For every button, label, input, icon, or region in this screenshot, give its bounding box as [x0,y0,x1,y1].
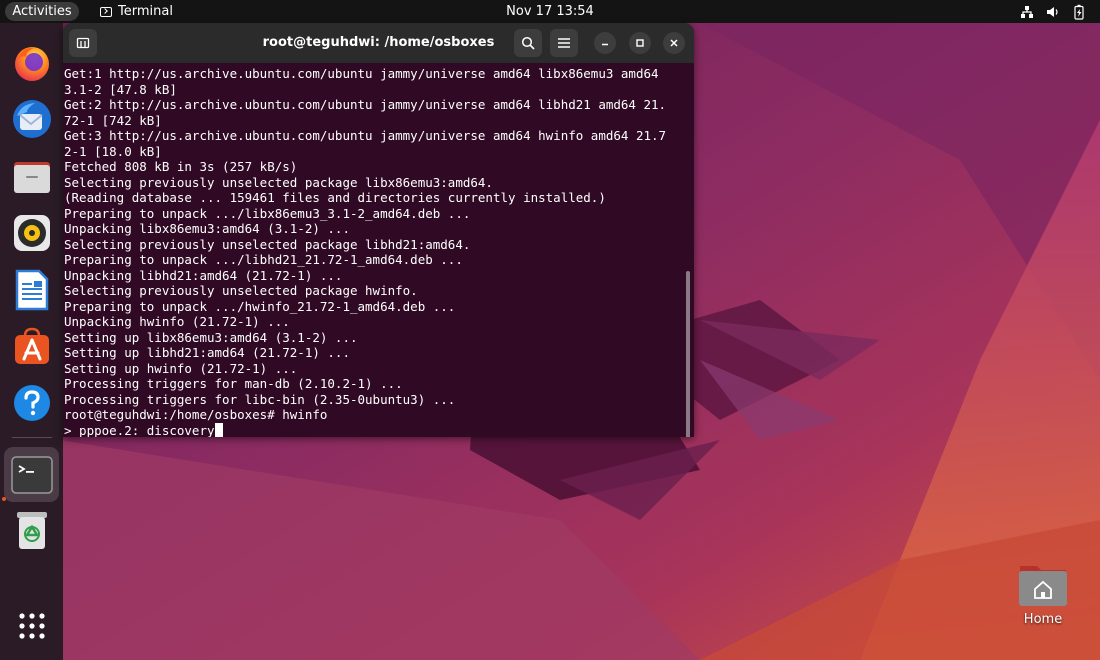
terminal-line: 3.1-2 [47.8 kB] [64,81,177,97]
maximize-button[interactable] [629,32,651,54]
maximize-icon [636,39,644,47]
new-tab-icon [76,37,90,49]
dock-item-thunderbird[interactable] [9,96,55,142]
terminal-line: Selecting previously unselected package … [64,236,471,252]
dock-item-files[interactable] [9,153,55,199]
terminal-line: Get:1 http://us.archive.ubuntu.com/ubunt… [64,66,659,81]
terminal-line: Setting up libhd21:amd64 (21.72-1) ... [64,345,350,360]
terminal-line: Get:2 http://us.archive.ubuntu.com/ubunt… [64,97,667,112]
home-label: Home [1023,612,1063,627]
new-tab-button[interactable] [69,29,97,57]
dock-item-help[interactable] [9,380,55,426]
menu-button[interactable] [550,29,578,57]
top-bar: Activities Terminal Nov 17 13:54 [0,0,1100,23]
minimize-icon [602,43,608,46]
dock-item-writer[interactable] [9,267,55,313]
terminal-line: (Reading database ... 159461 files and d… [64,190,606,205]
terminal-line: > pppoe.2: discovery [64,422,215,438]
close-button[interactable] [663,32,685,54]
app-grid-icon [19,613,45,639]
volume-icon [1047,6,1058,17]
terminal-line: Unpacking hwinfo (21.72-1) ... [64,314,290,329]
terminal-line: Setting up libx86emu3:amd64 (3.1-2) ... [64,329,358,345]
search-icon [521,36,535,50]
terminal-line: Preparing to unpack .../libhd21_21.72-1_… [64,252,463,267]
terminal-line: 72-1 [742 kB] [64,112,162,128]
terminal-line: Fetched 808 kB in 3s (257 kB/s) [64,159,298,174]
terminal-line: Setting up hwinfo (21.72-1) ... [64,360,298,376]
network-icon [1021,5,1033,18]
minimize-button[interactable] [594,32,616,54]
terminal-line: Unpacking libhd21:amd64 (21.72-1) ... [64,267,343,283]
writer-icon [15,269,49,311]
terminal-icon [100,6,112,17]
terminal-line: Selecting previously unselected package … [64,174,493,190]
scrollbar[interactable] [686,271,690,437]
activities-button[interactable]: Activities [5,2,79,21]
dock-item-trash[interactable] [9,507,55,553]
files-icon [14,162,50,193]
firefox-icon [15,47,49,81]
text-cursor [214,422,223,437]
rhythmbox-icon [14,215,50,251]
dock-separator [12,437,52,438]
terminal-icon [10,455,53,494]
battery-icon [1074,4,1084,20]
dock-item-terminal[interactable] [4,447,59,502]
terminal-line: Preparing to unpack .../libx86emu3_3.1-2… [64,205,471,221]
app-menu-label: Terminal [118,4,173,19]
terminal-line: Unpacking libx86emu3:amd64 (3.1-2) ... [64,221,350,236]
search-button[interactable] [514,29,542,57]
close-icon [670,39,678,47]
terminal-titlebar[interactable]: root@teguhdwi: /home/osboxes [63,23,694,63]
dock-item-rhythmbox[interactable] [9,210,55,256]
terminal-line: Selecting previously unselected package … [64,283,418,298]
hamburger-menu-icon [558,38,570,48]
terminal-line: Preparing to unpack .../hwinfo_21.72-1_a… [64,298,456,314]
date-time[interactable]: Nov 17 13:54 [506,4,594,19]
app-menu-terminal[interactable]: Terminal [100,0,173,23]
running-indicator [2,497,6,501]
terminal-line: root@teguhdwi:/home/osboxes# hwinfo [64,407,328,422]
terminal-output: Get:1 http://us.archive.ubuntu.com/ubunt… [63,63,694,437]
terminal-line: Get:3 http://us.archive.ubuntu.com/ubunt… [64,128,667,143]
terminal-line: Processing triggers for libc-bin (2.35-0… [64,391,456,407]
system-tray[interactable] [1020,0,1086,23]
terminal-line: Processing triggers for man-db (2.10.2-1… [64,376,403,391]
help-icon [14,385,50,421]
desktop-home-icon[interactable]: Home [1013,562,1073,638]
terminal-window[interactable]: root@teguhdwi: /home/osboxes Get:1 http:… [63,23,694,437]
home-folder-icon [1019,566,1067,606]
thunderbird-icon [13,100,51,138]
show-applications-button[interactable] [9,603,55,649]
dock-item-firefox[interactable] [9,40,55,86]
dock [0,23,63,660]
terminal-output-area[interactable]: Get:1 http://us.archive.ubuntu.com/ubunt… [63,63,694,437]
terminal-line: 2-1 [18.0 kB] [64,143,162,159]
dock-item-software[interactable] [9,323,55,369]
software-icon [15,327,49,364]
trash-icon [17,512,47,549]
